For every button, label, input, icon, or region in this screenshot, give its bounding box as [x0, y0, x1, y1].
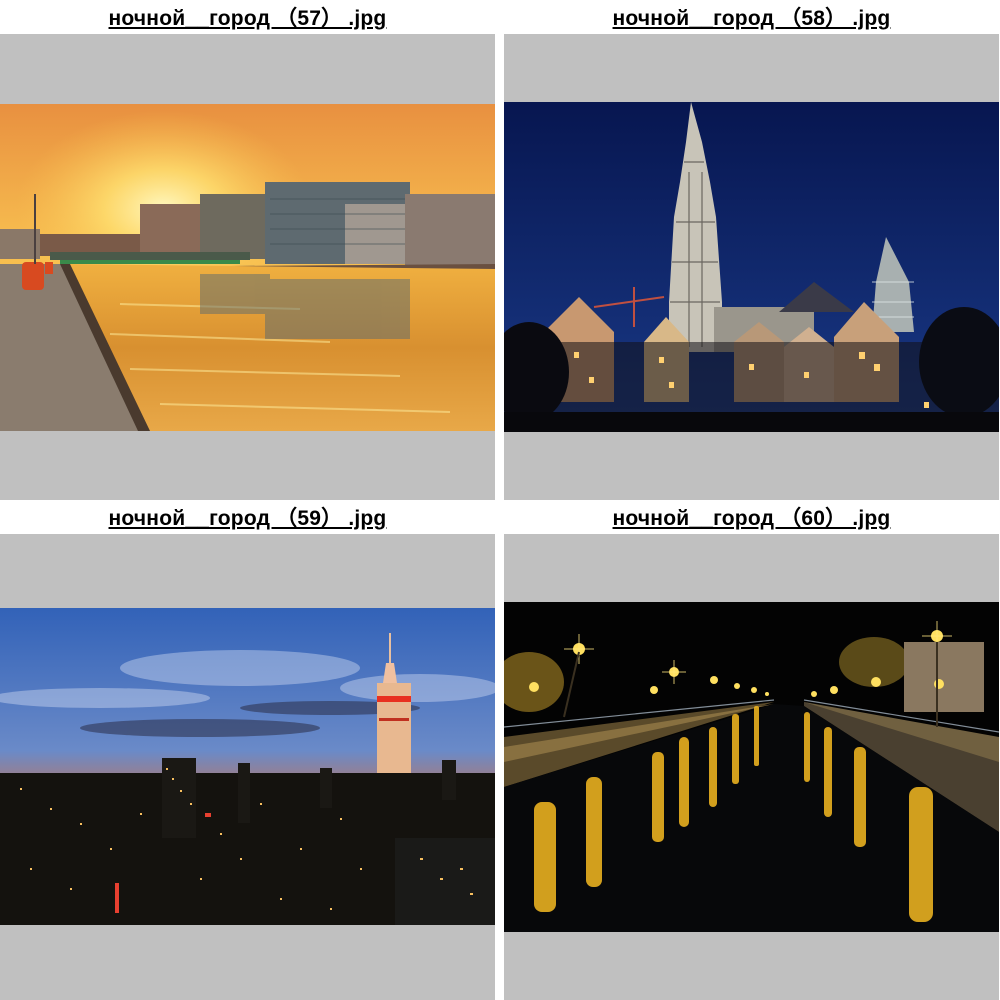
thumbnail-caption[interactable]: ночной__город （60） .jpg [504, 500, 999, 534]
thumbnail-caption[interactable]: ночной__город （58） .jpg [504, 0, 999, 34]
photo-skyline-dusk [0, 608, 495, 925]
photo-cathedral-night [504, 102, 999, 432]
thumbnail-frame [504, 534, 999, 1000]
thumbnail-60[interactable]: ночной__город （60） .jpg [504, 500, 999, 1000]
thumbnail-frame [504, 34, 999, 500]
thumbnail-58[interactable]: ночной__город （58） .jpg [504, 0, 999, 500]
photo-sunset-river-city [0, 104, 495, 431]
thumbnail-caption[interactable]: ночной__город （59） .jpg [0, 500, 495, 534]
thumbnail-57[interactable]: ночной__город （57） .jpg [0, 0, 495, 500]
thumbnail-59[interactable]: ночной__город （59） .jpg [0, 500, 495, 1000]
thumbnail-frame [0, 34, 495, 500]
photo-canal-lights [504, 602, 999, 932]
thumbnail-caption[interactable]: ночной__город （57） .jpg [0, 0, 495, 34]
thumbnail-frame [0, 534, 495, 1000]
